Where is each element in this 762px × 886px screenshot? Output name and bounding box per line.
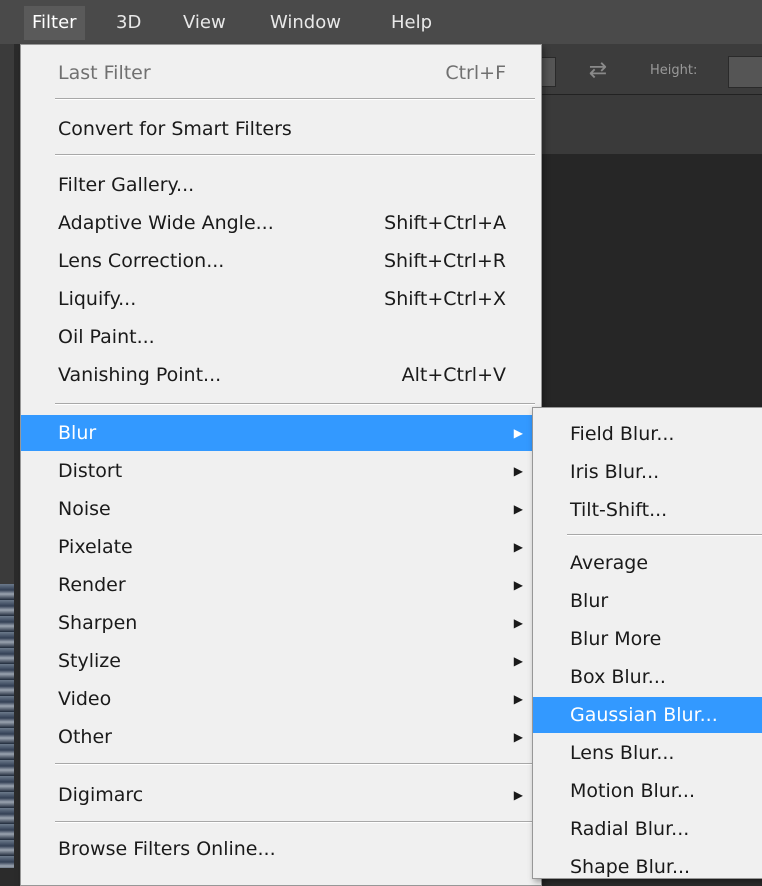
submenu-arrow-icon: ▶ bbox=[513, 654, 523, 668]
menu-item-label: Iris Blur... bbox=[570, 461, 660, 483]
submenu-arrow-icon: ▶ bbox=[513, 692, 523, 706]
menu-item-noise[interactable]: Noise ▶ bbox=[21, 491, 541, 527]
menu-item-label: Convert for Smart Filters bbox=[58, 118, 292, 140]
menu-item-label: Blur bbox=[58, 422, 97, 444]
submenu-arrow-icon: ▶ bbox=[513, 730, 523, 744]
menu-item-label: Vanishing Point... bbox=[58, 364, 222, 386]
menu-item-other[interactable]: Other ▶ bbox=[21, 719, 541, 755]
submenu-item-motion-blur[interactable]: Motion Blur... bbox=[533, 773, 762, 809]
menu-item-label: Field Blur... bbox=[570, 423, 675, 445]
submenu-arrow-icon: ▶ bbox=[513, 464, 523, 478]
submenu-item-field-blur[interactable]: Field Blur... bbox=[533, 416, 762, 452]
submenu-arrow-icon: ▶ bbox=[513, 616, 523, 630]
submenu-item-shape-blur[interactable]: Shape Blur... bbox=[533, 849, 762, 885]
submenu-arrow-icon: ▶ bbox=[513, 578, 523, 592]
menu-item-label: Digimarc bbox=[58, 784, 144, 806]
menu-item-label: Oil Paint... bbox=[58, 326, 155, 348]
submenu-arrow-icon: ▶ bbox=[513, 788, 523, 802]
menu-window[interactable]: Window bbox=[262, 6, 349, 40]
menu-item-label: Other bbox=[58, 726, 112, 748]
width-field[interactable] bbox=[540, 57, 556, 87]
menu-item-blur[interactable]: Blur ▶ bbox=[21, 415, 541, 451]
menu-3d[interactable]: 3D bbox=[108, 6, 149, 40]
submenu-arrow-icon: ▶ bbox=[513, 502, 523, 516]
blur-submenu: Field Blur... Iris Blur... Tilt-Shift...… bbox=[532, 407, 762, 879]
submenu-item-blur-more[interactable]: Blur More bbox=[533, 621, 762, 657]
menu-item-label: Radial Blur... bbox=[570, 818, 690, 840]
menu-item-oil-paint[interactable]: Oil Paint... bbox=[21, 319, 541, 355]
menu-item-digimarc[interactable]: Digimarc ▶ bbox=[21, 777, 541, 813]
document-image-edge bbox=[0, 584, 14, 868]
menu-help[interactable]: Help bbox=[383, 6, 440, 40]
menu-item-label: Liquify... bbox=[58, 288, 137, 310]
menu-item-label: Blur More bbox=[570, 628, 662, 650]
menu-separator bbox=[55, 763, 535, 765]
menu-filter[interactable]: Filter bbox=[24, 6, 85, 40]
menu-item-label: Sharpen bbox=[58, 612, 138, 634]
menu-item-convert-smart-filters[interactable]: Convert for Smart Filters bbox=[21, 111, 541, 147]
menu-item-label: Render bbox=[58, 574, 126, 596]
submenu-item-lens-blur[interactable]: Lens Blur... bbox=[533, 735, 762, 771]
menu-item-label: Noise bbox=[58, 498, 111, 520]
menu-separator bbox=[55, 98, 535, 100]
submenu-item-blur[interactable]: Blur bbox=[533, 583, 762, 619]
menu-item-last-filter: Last Filter Ctrl+F bbox=[21, 55, 541, 91]
submenu-item-tilt-shift[interactable]: Tilt-Shift... bbox=[533, 492, 762, 528]
shortcut-label: Shift+Ctrl+A bbox=[384, 212, 506, 234]
menu-item-label: Distort bbox=[58, 460, 123, 482]
menu-item-label: Tilt-Shift... bbox=[570, 499, 668, 521]
submenu-item-gaussian-blur[interactable]: Gaussian Blur... bbox=[533, 697, 762, 733]
menu-item-vanishing-point[interactable]: Vanishing Point... Alt+Ctrl+V bbox=[21, 357, 541, 393]
menu-item-label: Average bbox=[570, 552, 649, 574]
menu-item-label: Filter Gallery... bbox=[58, 174, 195, 196]
menu-item-stylize[interactable]: Stylize ▶ bbox=[21, 643, 541, 679]
filter-menu: Last Filter Ctrl+F Convert for Smart Fil… bbox=[20, 44, 542, 886]
submenu-item-box-blur[interactable]: Box Blur... bbox=[533, 659, 762, 695]
shortcut-label: Shift+Ctrl+R bbox=[383, 250, 506, 272]
menu-item-label: Box Blur... bbox=[570, 666, 666, 688]
menu-item-label: Lens Blur... bbox=[570, 742, 675, 764]
menu-item-lens-correction[interactable]: Lens Correction... Shift+Ctrl+R bbox=[21, 243, 541, 279]
shortcut-label: Shift+Ctrl+X bbox=[384, 288, 506, 310]
menu-item-label: Shape Blur... bbox=[570, 856, 691, 878]
menu-item-browse-filters-online[interactable]: Browse Filters Online... bbox=[21, 831, 541, 867]
menu-item-label: Last Filter bbox=[58, 62, 151, 84]
submenu-arrow-icon: ▶ bbox=[513, 426, 523, 440]
menu-item-label: Pixelate bbox=[58, 536, 133, 558]
shortcut-label: Alt+Ctrl+V bbox=[401, 364, 506, 386]
menu-separator bbox=[55, 403, 535, 405]
menu-item-label: Lens Correction... bbox=[58, 250, 225, 272]
menu-item-distort[interactable]: Distort ▶ bbox=[21, 453, 541, 489]
height-field[interactable] bbox=[728, 56, 762, 88]
menu-separator bbox=[55, 154, 535, 156]
submenu-item-average[interactable]: Average bbox=[533, 545, 762, 581]
menu-item-label: Blur bbox=[570, 590, 609, 612]
canvas-area bbox=[540, 154, 762, 414]
submenu-arrow-icon: ▶ bbox=[513, 540, 523, 554]
height-label: Height: bbox=[650, 63, 698, 78]
shortcut-label: Ctrl+F bbox=[445, 62, 506, 84]
menu-item-label: Gaussian Blur... bbox=[570, 704, 718, 726]
menu-item-label: Browse Filters Online... bbox=[58, 838, 276, 860]
menu-item-label: Motion Blur... bbox=[570, 780, 695, 802]
menu-item-label: Video bbox=[58, 688, 112, 710]
menu-bar: Filter 3D View Window Help bbox=[0, 0, 762, 44]
menu-item-video[interactable]: Video ▶ bbox=[21, 681, 541, 717]
submenu-item-iris-blur[interactable]: Iris Blur... bbox=[533, 454, 762, 490]
menu-item-pixelate[interactable]: Pixelate ▶ bbox=[21, 529, 541, 565]
menu-item-label: Stylize bbox=[58, 650, 121, 672]
menu-item-label: Adaptive Wide Angle... bbox=[58, 212, 274, 234]
menu-item-render[interactable]: Render ▶ bbox=[21, 567, 541, 603]
submenu-item-radial-blur[interactable]: Radial Blur... bbox=[533, 811, 762, 847]
menu-item-filter-gallery[interactable]: Filter Gallery... bbox=[21, 167, 541, 203]
document-tab-bar bbox=[540, 94, 762, 155]
menu-item-liquify[interactable]: Liquify... Shift+Ctrl+X bbox=[21, 281, 541, 317]
menu-separator bbox=[567, 534, 762, 536]
swap-arrows-icon[interactable]: ⇄ bbox=[585, 56, 611, 86]
menu-separator bbox=[55, 821, 535, 823]
menu-view[interactable]: View bbox=[175, 6, 234, 40]
menu-item-adaptive-wide-angle[interactable]: Adaptive Wide Angle... Shift+Ctrl+A bbox=[21, 205, 541, 241]
left-panel-edge bbox=[0, 44, 14, 584]
menu-item-sharpen[interactable]: Sharpen ▶ bbox=[21, 605, 541, 641]
